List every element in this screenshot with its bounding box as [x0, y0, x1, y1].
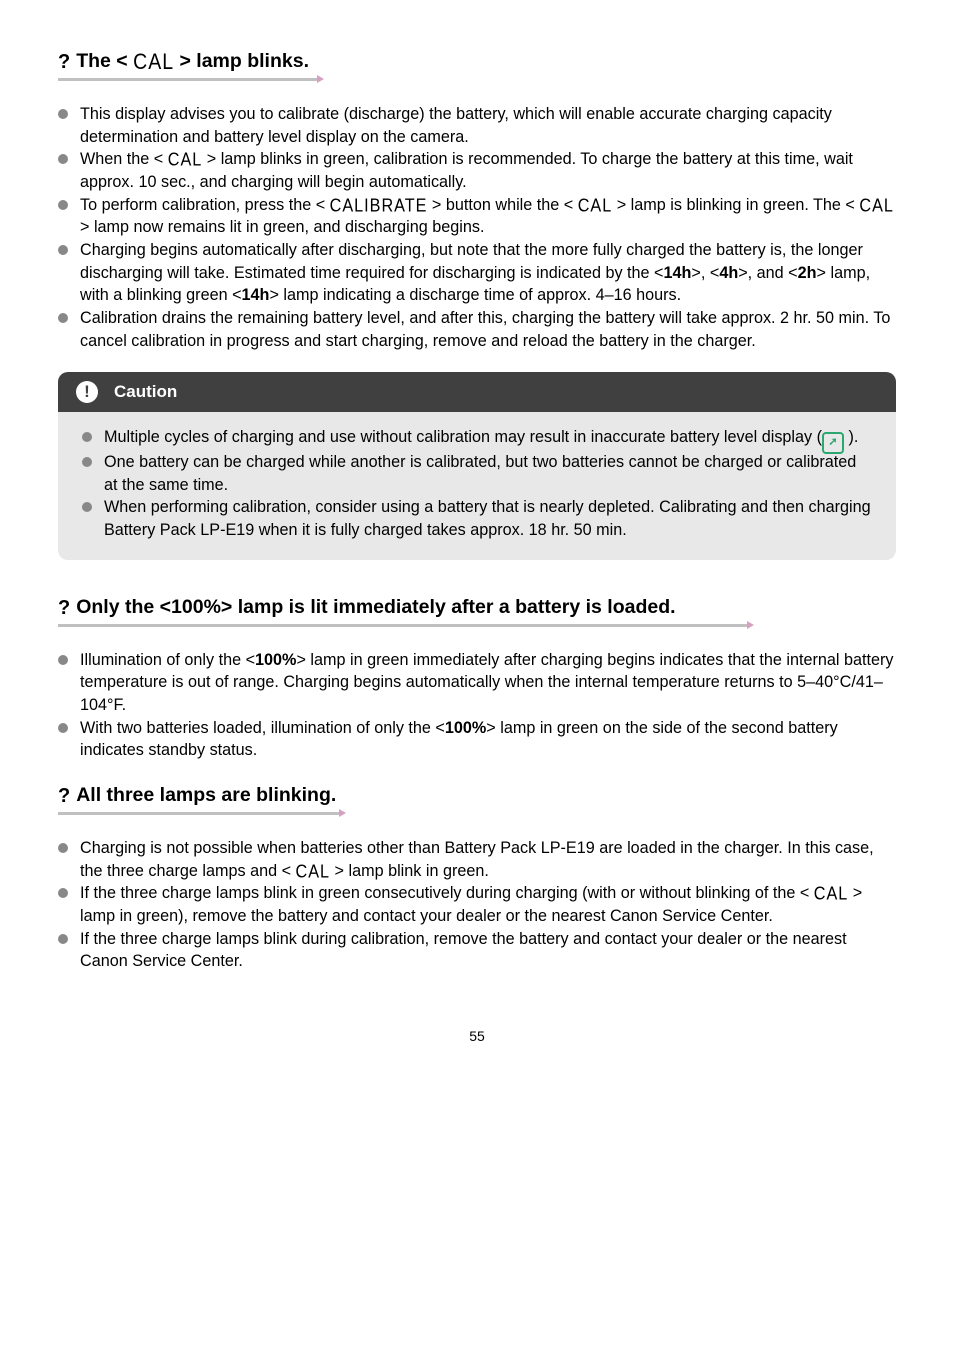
calibrate-glyph: CALIBRATE — [330, 193, 428, 219]
caution-list: Multiple cycles of charging and use with… — [82, 426, 872, 541]
section-2-list: Illumination of only the <100%> lamp in … — [58, 649, 896, 762]
caution-title: Caution — [114, 380, 177, 404]
list-item: One battery can be charged while another… — [104, 451, 872, 496]
cal-glyph: CAL — [859, 193, 894, 219]
heading-underline — [58, 812, 340, 815]
list-item: When performing calibration, consider us… — [104, 496, 872, 541]
list-item: When the < CAL > lamp blinks in green, c… — [80, 148, 896, 193]
section-1-heading: ? The < CAL > lamp blinks. — [58, 48, 896, 76]
list-item: To perform calibration, press the < CALI… — [80, 194, 896, 239]
list-item: Charging is not possible when batteries … — [80, 837, 896, 882]
section-1-list: This display advises you to calibrate (d… — [58, 103, 896, 352]
list-item: This display advises you to calibrate (d… — [80, 103, 896, 148]
heading-underline — [58, 78, 318, 81]
caution-header: ! Caution — [58, 372, 896, 412]
exclamation-icon: ! — [76, 381, 98, 403]
list-item: Multiple cycles of charging and use with… — [104, 426, 872, 451]
section-2-heading: ? Only the <100%> lamp is lit immediatel… — [58, 594, 896, 622]
s3-heading: All three lamps are blinking. — [76, 782, 336, 809]
s1-heading-post: > lamp blinks. — [179, 50, 309, 72]
cal-glyph: CAL — [168, 148, 203, 174]
page-number: 55 — [58, 1027, 896, 1047]
question-mark-icon: ? — [58, 48, 70, 76]
list-item: If the three charge lamps blink in green… — [80, 882, 896, 927]
cal-glyph: CAL — [814, 882, 849, 908]
cal-glyph: CAL — [578, 193, 613, 219]
s1-heading-pre: The < — [76, 50, 127, 72]
heading-underline — [58, 624, 748, 627]
caution-box: ! Caution Multiple cycles of charging an… — [58, 372, 896, 559]
list-item: If the three charge lamps blink during c… — [80, 928, 896, 973]
question-mark-icon: ? — [58, 782, 70, 810]
list-item: Illumination of only the <100%> lamp in … — [80, 649, 896, 717]
list-item: With two batteries loaded, illumination … — [80, 717, 896, 762]
section-3-list: Charging is not possible when batteries … — [58, 837, 896, 973]
section-3-heading: ? All three lamps are blinking. — [58, 782, 896, 810]
cal-glyph: CAL — [133, 47, 174, 78]
cal-glyph: CAL — [296, 859, 331, 885]
s2-heading: Only the <100%> lamp is lit immediately … — [76, 594, 675, 621]
list-item: Calibration drains the remaining battery… — [80, 307, 896, 352]
question-mark-icon: ? — [58, 594, 70, 622]
list-item: Charging begins automatically after disc… — [80, 239, 896, 307]
